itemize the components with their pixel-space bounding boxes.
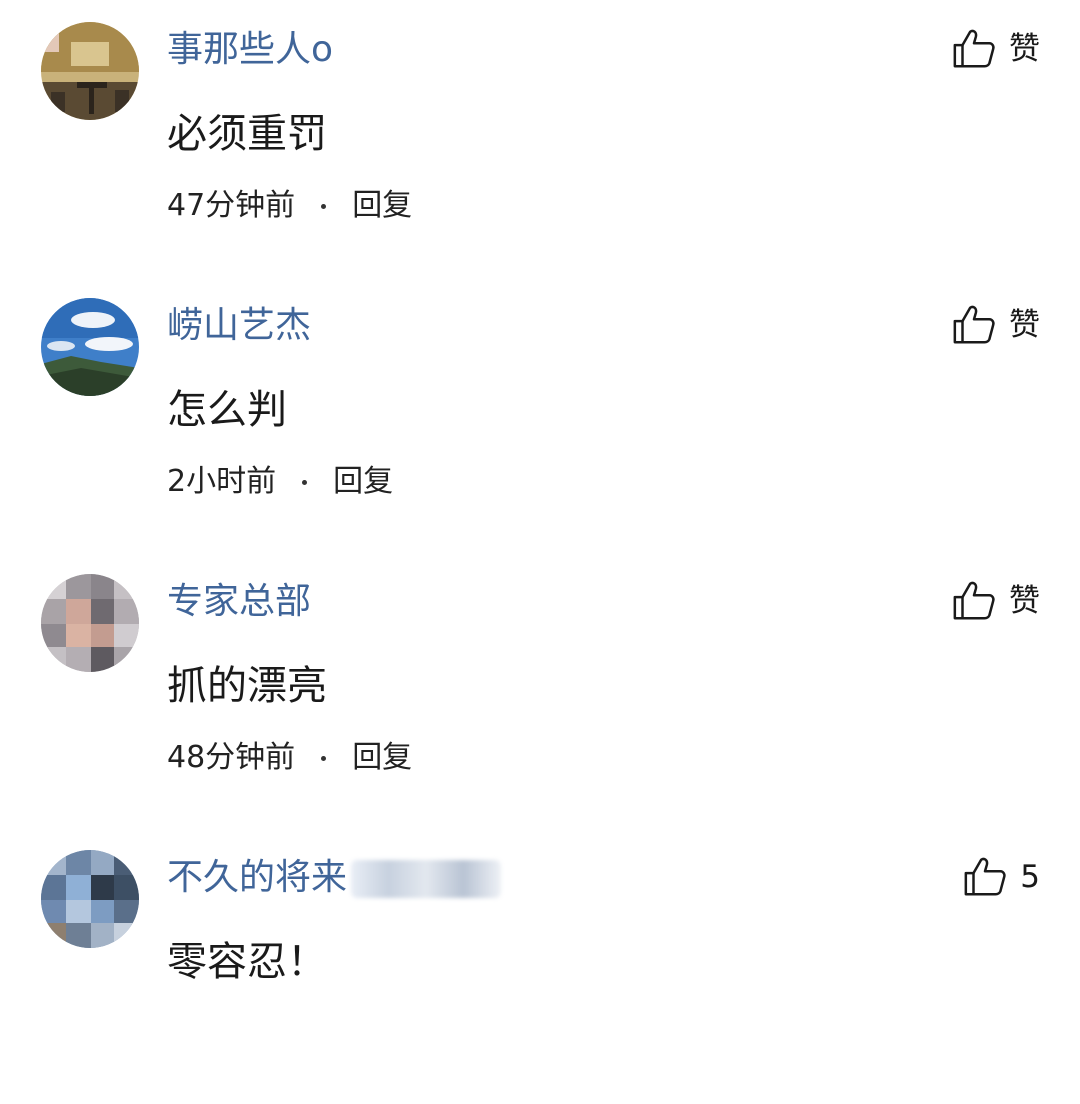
reply-button[interactable]: 回复 [333, 462, 393, 502]
timestamp: 48分钟前 [167, 740, 296, 775]
sky-landscape-avatar-icon [41, 298, 139, 396]
reply-button[interactable]: 回复 [352, 738, 412, 778]
username[interactable]: 专家总部 [167, 578, 311, 626]
separator-dot [321, 203, 327, 209]
comment-item: 崂山艺杰 赞 怎么判 2小时前 回复 [0, 276, 1080, 552]
thumbs-up-icon [953, 581, 995, 620]
user-avatar[interactable] [41, 574, 139, 672]
thumbs-up-icon [953, 305, 995, 344]
username[interactable]: 不久的将来 [167, 854, 502, 902]
like-button[interactable]: 赞 [951, 24, 1040, 74]
username-text: 不久的将来 [167, 857, 348, 898]
user-avatar[interactable] [41, 22, 139, 120]
comment-meta: 47分钟前 回复 [167, 186, 412, 226]
like-label: 赞 [1009, 583, 1040, 619]
separator-dot [321, 755, 327, 761]
comment-item: 不久的将来 5 零容忍！ [0, 828, 1080, 1104]
comment-text: 必须重罚 [167, 111, 327, 157]
pixelated-face-avatar-icon [41, 574, 139, 672]
thumbs-up-icon [964, 857, 1006, 896]
thumbs-up-icon [953, 29, 995, 68]
redacted-username-suffix [351, 860, 502, 898]
username[interactable]: 崂山艺杰 [167, 302, 311, 350]
comment-meta: 2小时前 回复 [167, 462, 393, 502]
timestamp: 47分钟前 [167, 188, 296, 223]
timestamp: 2小时前 [167, 464, 277, 499]
user-avatar[interactable] [41, 298, 139, 396]
like-button[interactable]: 5 [962, 852, 1040, 902]
comment-item: 专家总部 赞 抓的漂亮 48分钟前 回复 [0, 552, 1080, 828]
username[interactable]: 事那些人o [167, 26, 333, 74]
comment-text: 怎么判 [167, 387, 287, 433]
pixelated-avatar-icon [41, 850, 139, 948]
cafe-photo-avatar-icon [41, 22, 139, 120]
comment-meta: 48分钟前 回复 [167, 738, 412, 778]
like-label: 赞 [1009, 307, 1040, 343]
like-count: 5 [1020, 859, 1040, 895]
reply-button[interactable]: 回复 [352, 186, 412, 226]
comment-text: 零容忍！ [167, 939, 327, 985]
like-label: 赞 [1009, 31, 1040, 67]
comment-text: 抓的漂亮 [167, 663, 327, 709]
like-button[interactable]: 赞 [951, 576, 1040, 626]
comment-item: 事那些人o 赞 必须重罚 47分钟前 回复 [0, 0, 1080, 276]
separator-dot [302, 479, 308, 485]
user-avatar[interactable] [41, 850, 139, 948]
like-button[interactable]: 赞 [951, 300, 1040, 350]
